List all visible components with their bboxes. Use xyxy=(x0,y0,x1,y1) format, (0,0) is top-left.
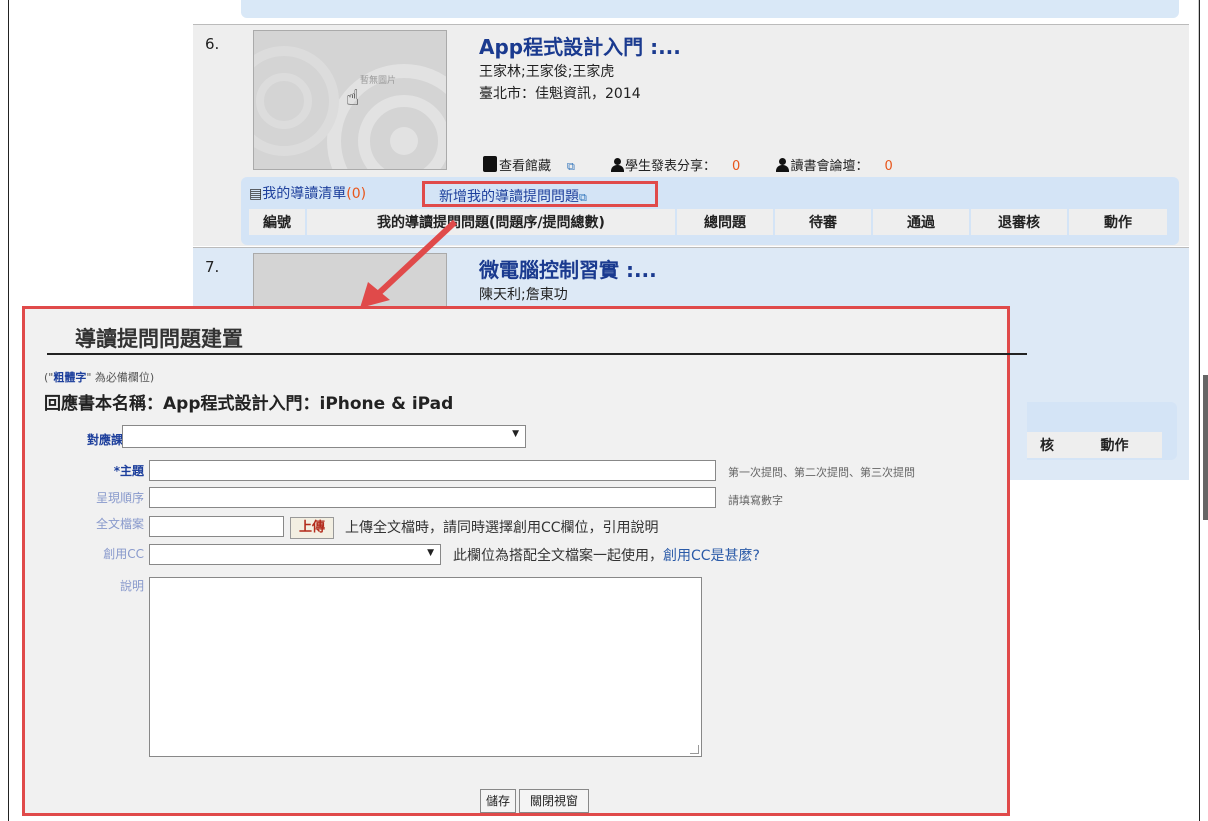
cc-label: 創用CC xyxy=(103,547,144,561)
item-number: 7. xyxy=(205,258,220,276)
title-divider xyxy=(47,353,1027,355)
person-icon xyxy=(611,158,625,172)
book-links-row: 查看館藏 ⧉ 學生發表分享： 0 讀書會論壇： 0 xyxy=(483,155,925,174)
holdings-link[interactable]: 查看館藏 ⧉ xyxy=(483,156,591,174)
col-pending: 待審 xyxy=(775,209,873,235)
order-input[interactable] xyxy=(149,487,716,508)
scrollbar-thumb[interactable] xyxy=(1203,375,1208,520)
book-publisher: 臺北市：佳魁資訊，2014 xyxy=(479,86,641,102)
book-icon xyxy=(483,156,497,172)
col-total: 總問題 xyxy=(677,209,775,235)
guide-table-header: 編號 我的導讀提問問題(問題序/提問總數) 總問題 待審 通過 退審核 動作 xyxy=(249,209,1169,235)
file-hint: 上傳全文檔時，請同時選擇創用CC欄位，引用說明 xyxy=(345,520,659,536)
group-icon xyxy=(776,158,790,172)
description-textarea[interactable] xyxy=(149,577,702,757)
my-guide-list[interactable]: ▤我的導讀清單(0) xyxy=(249,183,366,203)
no-image-label: 暫無圖片 xyxy=(360,76,397,86)
cc-hint: 此欄位為搭配全文檔案一起使用，創用CC是甚麼? xyxy=(453,548,760,564)
cc-select[interactable] xyxy=(149,544,441,565)
book-title-link[interactable]: 微電腦控制習實 :... xyxy=(479,254,657,283)
subject-input[interactable] xyxy=(149,460,716,481)
external-link-icon: ⧉ xyxy=(579,191,587,204)
book-authors: 王家林;王家俊;王家虎 xyxy=(479,64,615,80)
subject-label: *主題 xyxy=(113,464,144,478)
col-question: 我的導讀提問問題(問題序/提問總數) xyxy=(307,209,677,235)
book-club-link[interactable]: 讀書會論壇： 0 xyxy=(776,158,908,174)
student-share-link[interactable]: 學生發表分享： 0 xyxy=(611,158,756,174)
order-label: 呈現順序 xyxy=(95,491,144,505)
book-title-link[interactable]: App程式設計入門 :... xyxy=(479,31,681,60)
desc-label: 說明 xyxy=(119,579,144,593)
subject-hint: 第一次提問、第二次提問、第三次提問 xyxy=(728,466,915,479)
hand-cursor-icon: ☝ xyxy=(346,86,360,111)
previous-item-strip xyxy=(193,0,1189,22)
required-note: ("粗體字" 為必備欄位) xyxy=(44,371,155,384)
file-label: 全文檔案 xyxy=(95,517,144,531)
guide-question-dialog: 導讀提問問題建置 ("粗體字" 為必備欄位) 回應書本名稱：App程式設計入門：… xyxy=(22,306,1027,816)
dialog-title: 導讀提問問題建置 xyxy=(75,327,243,351)
item7-table-header-edge: 核 動作 xyxy=(1027,432,1162,458)
col-number: 編號 xyxy=(249,209,307,235)
upload-button[interactable]: 上傳 xyxy=(290,517,334,539)
course-select[interactable] xyxy=(122,425,526,448)
book-club-count: 0 xyxy=(884,159,893,174)
cc-info-link[interactable]: 創用CC是甚麼? xyxy=(663,548,760,564)
external-link-icon: ⧉ xyxy=(567,160,575,173)
save-button[interactable]: 儲存 xyxy=(480,789,516,813)
response-book-name: 回應書本名稱：App程式設計入門：iPhone & iPad xyxy=(44,394,454,414)
course-label: 對應課程 xyxy=(86,433,135,447)
book-authors: 陳天利;詹東功 xyxy=(479,287,568,303)
col-approved: 通過 xyxy=(873,209,971,235)
close-window-button[interactable]: 關閉視窗 xyxy=(519,789,589,813)
book-item-6: 6. 暫無圖片 ☝ App程式設計入門 :... 王家林;王家俊;王家虎 臺北市… xyxy=(193,24,1189,246)
add-guide-question-link[interactable]: 新增我的導讀提問問題⧉ xyxy=(422,181,658,207)
order-hint: 請填寫數字 xyxy=(728,494,783,507)
col-rejected: 退審核 xyxy=(971,209,1069,235)
scrollbar-track[interactable] xyxy=(1198,0,1208,630)
col-action: 動作 xyxy=(1069,209,1169,235)
book-thumbnail[interactable]: 暫無圖片 ☝ xyxy=(253,30,447,170)
item-number: 6. xyxy=(205,35,220,53)
guide-panel: ▤我的導讀清單(0) 新增我的導讀提問問題⧉ 編號 我的導讀提問問題(問題序/提… xyxy=(241,177,1179,245)
file-input[interactable] xyxy=(149,516,284,537)
list-icon: ▤ xyxy=(249,186,263,202)
book-thumbnail[interactable] xyxy=(253,253,447,313)
student-share-count: 0 xyxy=(732,159,741,174)
